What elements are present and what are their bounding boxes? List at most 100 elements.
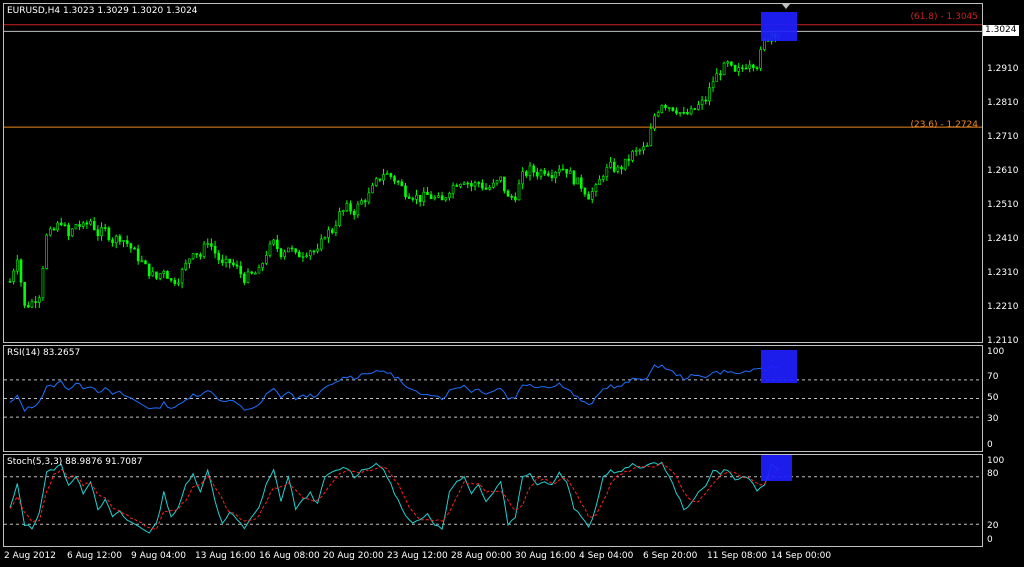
candle-body bbox=[34, 301, 37, 303]
rsi-tick: 100 bbox=[987, 347, 1005, 357]
candle-body bbox=[437, 195, 440, 198]
candle-body bbox=[634, 150, 638, 152]
candle bbox=[287, 247, 290, 253]
candle-body bbox=[638, 149, 642, 152]
candle bbox=[481, 179, 484, 191]
candle-body bbox=[92, 221, 96, 231]
candle-body bbox=[726, 61, 730, 64]
candle-body bbox=[572, 170, 576, 185]
candle-body bbox=[56, 222, 59, 231]
candle bbox=[517, 179, 521, 201]
candle bbox=[199, 252, 202, 260]
candle-body bbox=[664, 105, 667, 108]
candle-body bbox=[70, 228, 74, 237]
candle-body bbox=[125, 240, 129, 244]
candle-body bbox=[221, 259, 224, 264]
candle bbox=[448, 191, 451, 201]
candle-body bbox=[37, 297, 41, 303]
candle-body bbox=[217, 252, 221, 261]
stochastic-tick: 20 bbox=[987, 521, 999, 531]
candle-body bbox=[235, 264, 239, 267]
stochastic-title: Stoch(5,3,3) 88.9876 91.7087 bbox=[7, 457, 143, 467]
candle bbox=[301, 252, 305, 262]
candle bbox=[437, 192, 440, 199]
candle bbox=[81, 220, 85, 229]
candle-body bbox=[561, 168, 565, 171]
candle bbox=[631, 150, 634, 163]
candle bbox=[741, 64, 744, 72]
candlestick-chart bbox=[4, 24, 982, 309]
candle bbox=[484, 183, 488, 190]
candle-body bbox=[191, 253, 195, 260]
candle bbox=[653, 113, 656, 131]
time-tick: 2 Aug 2012 bbox=[4, 551, 56, 561]
candle-body bbox=[202, 243, 206, 257]
candle bbox=[660, 104, 664, 114]
candle bbox=[686, 108, 689, 115]
time-tick: 6 Aug 12:00 bbox=[67, 551, 122, 561]
candle-body bbox=[239, 265, 242, 275]
candle bbox=[722, 61, 726, 76]
candle bbox=[488, 184, 492, 191]
candle bbox=[323, 236, 327, 240]
candle-body bbox=[308, 250, 312, 256]
candle-body bbox=[462, 182, 466, 185]
candle-body bbox=[232, 262, 235, 266]
shift-marker-icon[interactable] bbox=[782, 4, 790, 9]
candle-body bbox=[704, 99, 708, 102]
current-price-tag: 1.3024 bbox=[983, 25, 1019, 36]
candle bbox=[612, 158, 616, 174]
price-tick: 1.2510 bbox=[987, 200, 1019, 210]
stochastic-tick: 100 bbox=[987, 456, 1005, 466]
candle bbox=[330, 227, 334, 235]
candle bbox=[45, 233, 48, 270]
price-tick: 1.2210 bbox=[987, 302, 1019, 312]
candle-body bbox=[539, 170, 543, 177]
candle-body bbox=[755, 67, 759, 70]
candle bbox=[206, 238, 210, 248]
candle bbox=[188, 258, 191, 269]
rsi-indicator-pane[interactable]: RSI(14) 83.2657 bbox=[3, 345, 983, 452]
candle bbox=[543, 167, 546, 176]
candle bbox=[492, 179, 495, 189]
candle-body bbox=[385, 173, 389, 175]
candle-body bbox=[100, 227, 103, 237]
candle-body bbox=[188, 258, 191, 264]
candle bbox=[37, 295, 41, 308]
time-tick: 14 Sep 00:00 bbox=[771, 551, 832, 561]
price-chart-pane[interactable]: EURUSD,H4 1.3023 1.3029 1.3020 1.3024 (6… bbox=[3, 3, 983, 343]
candle-body bbox=[316, 248, 319, 252]
candle bbox=[609, 157, 612, 169]
candle-body bbox=[338, 211, 341, 226]
candle bbox=[246, 268, 250, 284]
candle bbox=[129, 242, 133, 253]
candle-body bbox=[590, 191, 594, 200]
stochastic-indicator-pane[interactable]: Stoch(5,3,3) 88.9876 91.7087 bbox=[3, 454, 983, 547]
candle-body bbox=[415, 194, 418, 200]
candle-body bbox=[627, 158, 631, 161]
candle bbox=[418, 194, 422, 207]
candle bbox=[254, 271, 257, 275]
candle-body bbox=[451, 185, 455, 194]
candle bbox=[239, 261, 242, 279]
candle bbox=[283, 249, 286, 260]
candle-body bbox=[763, 39, 766, 50]
candle bbox=[217, 250, 221, 264]
time-tick: 11 Sep 08:00 bbox=[707, 551, 768, 561]
candle bbox=[59, 217, 63, 227]
candle-body bbox=[16, 259, 19, 272]
price-tick: 1.2810 bbox=[987, 98, 1019, 108]
candle bbox=[521, 167, 524, 190]
candle bbox=[67, 222, 70, 241]
candle-body bbox=[400, 181, 404, 187]
price-axis: 1.3010 1.2910 1.2810 1.2710 1.2610 1.251… bbox=[983, 0, 1024, 547]
candle bbox=[594, 182, 598, 197]
candle bbox=[572, 170, 576, 186]
candle-body bbox=[301, 255, 305, 258]
candle bbox=[638, 148, 642, 155]
candle-body bbox=[759, 49, 762, 69]
candle-body bbox=[162, 270, 166, 274]
candle-body bbox=[129, 243, 133, 249]
candle-body bbox=[144, 260, 147, 265]
candle bbox=[114, 234, 118, 249]
